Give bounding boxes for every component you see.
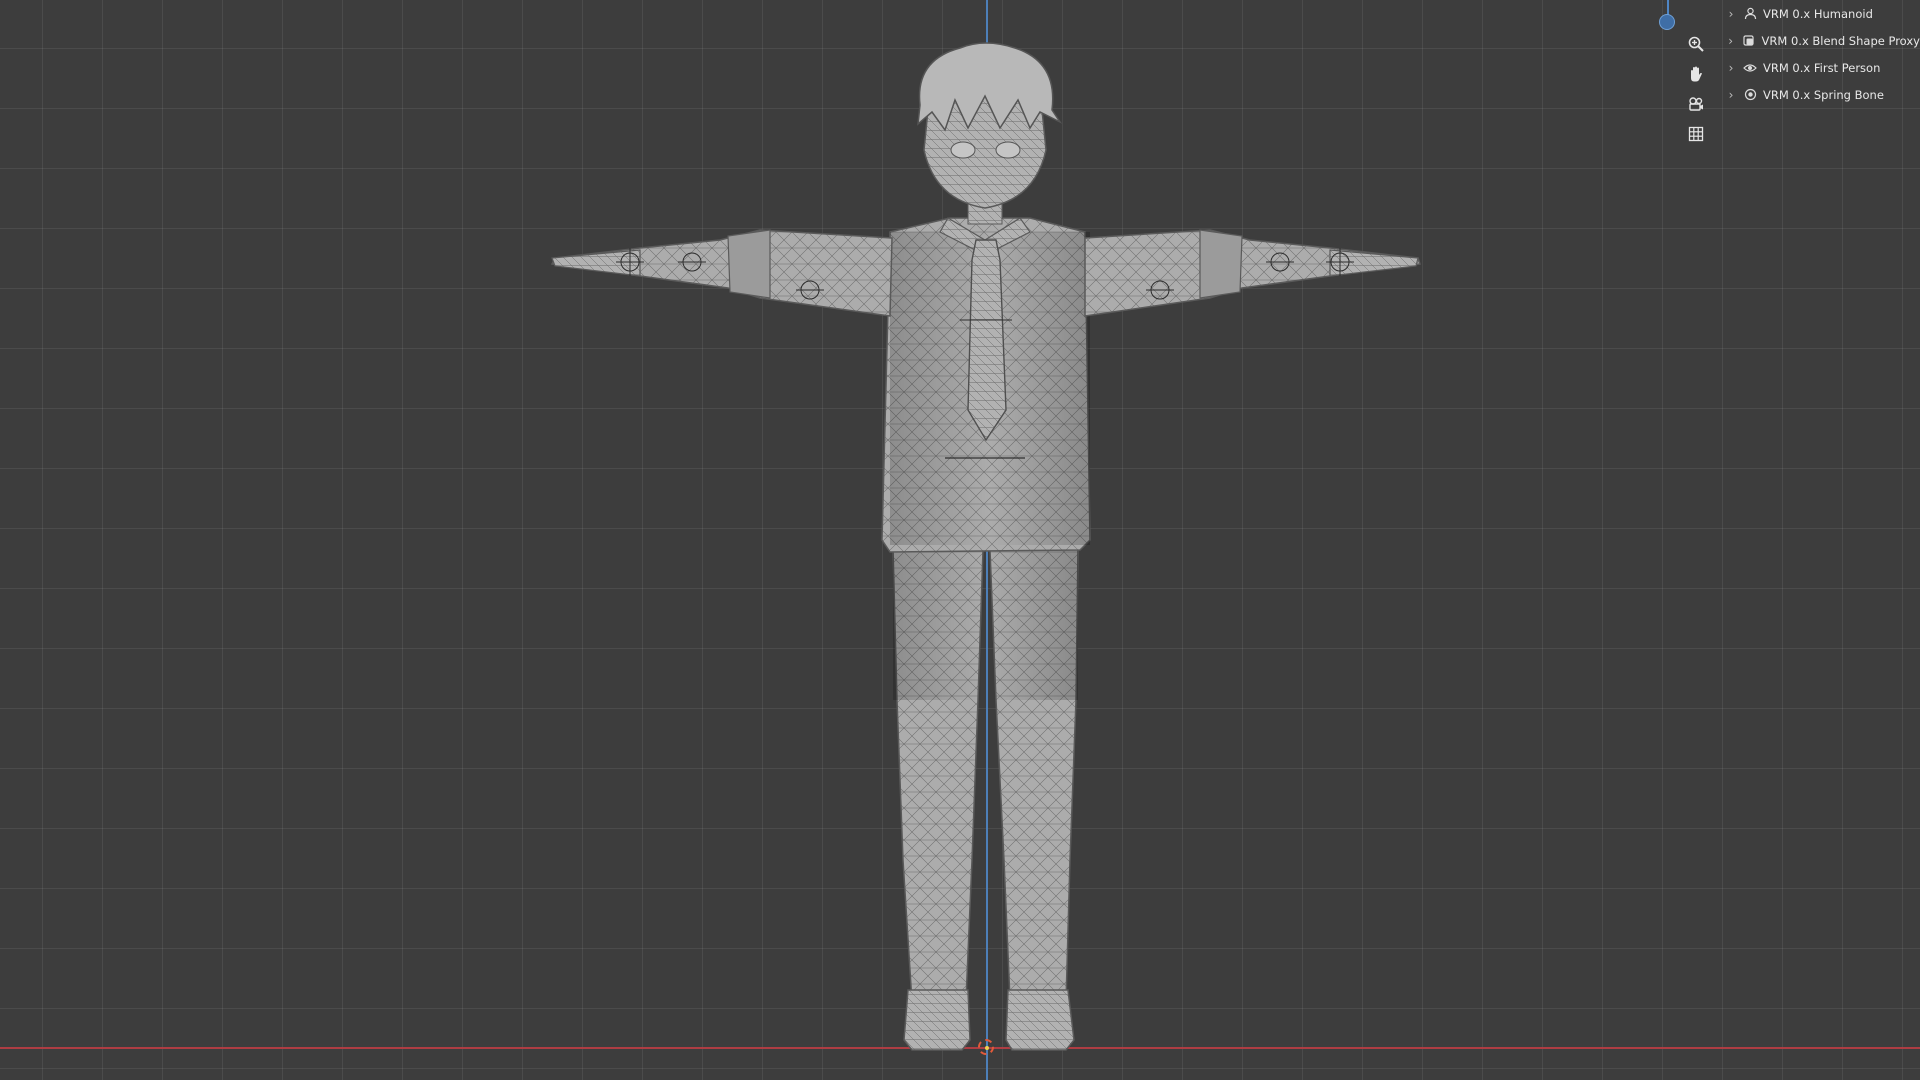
person-icon xyxy=(1743,7,1757,21)
character-model[interactable] xyxy=(0,0,1920,1080)
character-head xyxy=(917,42,1063,225)
vrm-blend-shape-proxy-item[interactable]: › VRM 0.x Blend Shape Proxy xyxy=(1724,27,1920,54)
vrm-humanoid-item[interactable]: › VRM 0.x Humanoid xyxy=(1724,0,1920,27)
gizmo-z-handle[interactable] xyxy=(1659,14,1675,30)
3d-viewport[interactable]: › VRM 0.x Humanoid › VRM 0.x Blend Shape… xyxy=(0,0,1920,1080)
vrm-blend-shape-proxy-label: VRM 0.x Blend Shape Proxy xyxy=(1761,33,1920,48)
3d-cursor-origin[interactable] xyxy=(978,1039,994,1055)
chevron-right-icon[interactable]: › xyxy=(1724,88,1738,102)
chevron-right-icon[interactable]: › xyxy=(1724,61,1738,75)
chevron-right-icon[interactable]: › xyxy=(1724,7,1738,21)
eye-icon xyxy=(1743,61,1757,75)
vrm-humanoid-label: VRM 0.x Humanoid xyxy=(1763,6,1873,21)
shape-icon xyxy=(1742,34,1755,48)
vrm-panel: › VRM 0.x Humanoid › VRM 0.x Blend Shape… xyxy=(1724,0,1920,108)
character-legs xyxy=(892,547,1079,1051)
spring-bone-icon xyxy=(1743,88,1757,102)
chevron-right-icon[interactable]: › xyxy=(1724,34,1737,48)
character-torso xyxy=(881,217,1091,553)
camera-icon[interactable] xyxy=(1682,90,1710,118)
vrm-spring-bone-label: VRM 0.x Spring Bone xyxy=(1763,87,1884,102)
vrm-spring-bone-item[interactable]: › VRM 0.x Spring Bone xyxy=(1724,81,1920,108)
grid-icon[interactable] xyxy=(1682,120,1710,148)
vrm-first-person-label: VRM 0.x First Person xyxy=(1763,60,1881,75)
hand-pan-icon[interactable] xyxy=(1682,60,1710,88)
zoom-icon[interactable] xyxy=(1682,30,1710,58)
vrm-first-person-item[interactable]: › VRM 0.x First Person xyxy=(1724,54,1920,81)
